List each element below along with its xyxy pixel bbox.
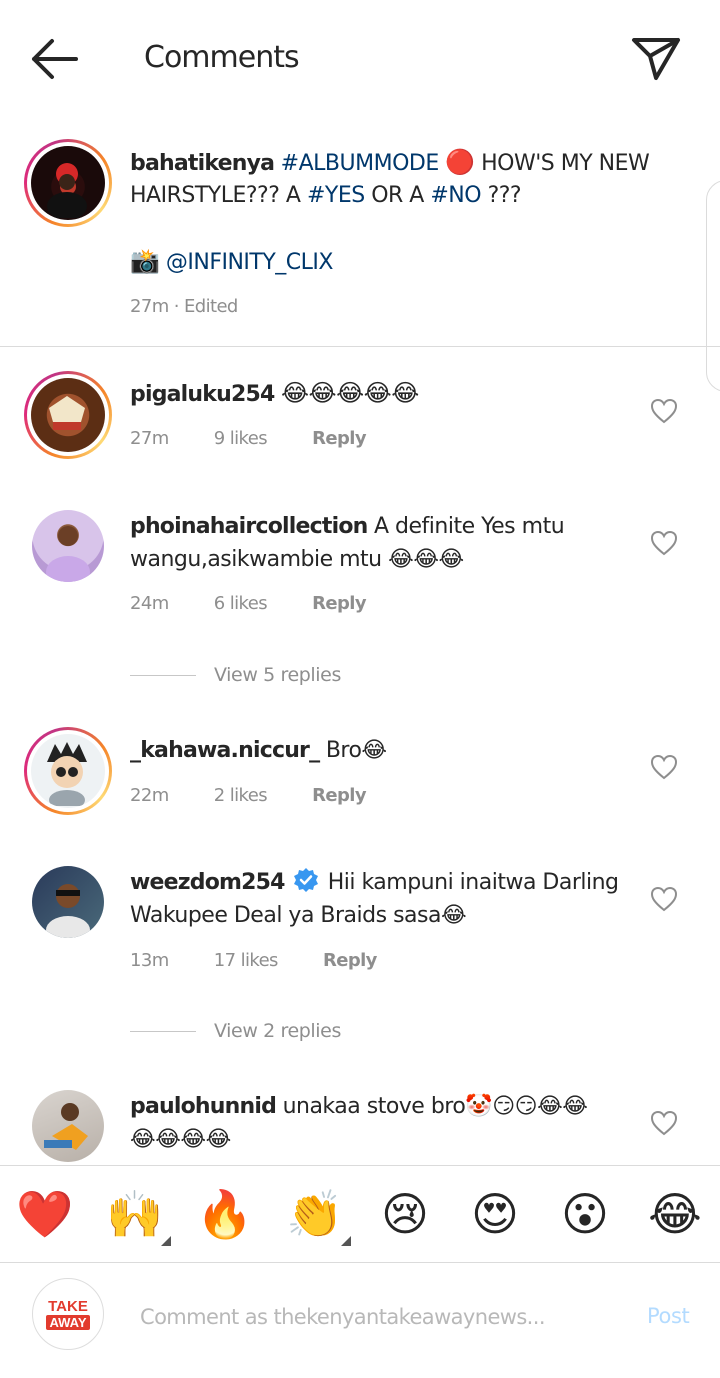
replies-line — [130, 1031, 196, 1032]
avatar[interactable] — [32, 1090, 104, 1162]
comment-body: Hii kampuni inaitwa Darling — [327, 870, 619, 895]
comment-username[interactable]: paulohunnid — [130, 1094, 277, 1119]
avatar[interactable] — [24, 727, 112, 815]
surprised-face-reaction[interactable]: 😮 — [555, 1186, 615, 1242]
comment-text: phoinahaircollection A definite Yes mtu — [130, 510, 565, 543]
hashtag-link[interactable]: #YES — [307, 183, 365, 208]
comment-body: unakaa stove bro🤡😏😏😂😂 — [282, 1094, 588, 1119]
clapping-hands-emoji: 👏 — [286, 1187, 344, 1241]
divider — [0, 346, 720, 347]
caption-text: ??? — [487, 183, 522, 208]
caption-line-3: 📸 @INFINITY_CLIX — [130, 245, 333, 279]
reply-button[interactable]: Reply — [323, 950, 377, 971]
caption-username[interactable]: bahatikenya — [130, 151, 275, 176]
caption-line-1: bahatikenya #ALBUMMODE 🔴 HOW'S MY NEW — [130, 146, 650, 180]
comment-username[interactable]: phoinahaircollection — [130, 514, 368, 539]
comment-time: 13m — [130, 950, 169, 971]
post-button[interactable]: Post — [647, 1304, 690, 1328]
red-heart-reaction[interactable]: ❤️ — [15, 1186, 75, 1242]
comment-meta: 27m 9 likes Reply — [130, 428, 406, 449]
raising-hands-reaction[interactable]: 🙌 — [105, 1186, 171, 1246]
tears-of-joy-reaction[interactable]: 😂 — [645, 1186, 705, 1242]
header: Comments — [0, 0, 720, 120]
heart-eyes-reaction[interactable]: 😍 — [465, 1186, 525, 1242]
reply-button[interactable]: Reply — [312, 593, 366, 614]
comment-meta: 24m 6 likes Reply — [130, 593, 406, 614]
comment-likes[interactable]: 2 likes — [214, 785, 268, 806]
comment-time: 22m — [130, 785, 169, 806]
avatar[interactable] — [24, 371, 112, 459]
hashtag-link[interactable]: #ALBUMMODE — [281, 151, 440, 176]
reply-button[interactable]: Reply — [312, 785, 366, 806]
heart-icon[interactable] — [650, 1110, 678, 1136]
caption-text: HOW'S MY NEW — [481, 151, 650, 176]
comment-text: weezdom254 Hii kampuni inaitwa Darling — [130, 866, 619, 903]
comment-meta: 13m 17 likes Reply — [130, 950, 417, 971]
comment-username[interactable]: _kahawa.niccur_ — [130, 738, 320, 763]
heart-icon[interactable] — [650, 530, 678, 556]
comment-username[interactable]: weezdom254 — [130, 870, 285, 895]
skin-tone-indicator — [161, 1236, 171, 1246]
caption-meta: 27m · Edited — [130, 296, 238, 317]
avatar[interactable] — [32, 510, 104, 582]
comment-text: _kahawa.niccur_ Bro😂 — [130, 734, 387, 767]
comment-body: A definite Yes mtu — [374, 514, 565, 539]
page-title: Comments — [144, 40, 300, 75]
heart-icon[interactable] — [650, 886, 678, 912]
avatar[interactable] — [24, 139, 112, 227]
back-arrow-icon[interactable] — [30, 36, 80, 82]
verified-badge-icon — [293, 867, 319, 903]
replies-line — [130, 675, 196, 676]
caption-text: OR A — [371, 183, 424, 208]
crying-face-reaction[interactable]: 😢 — [375, 1186, 435, 1242]
red-circle-emoji: 🔴 — [445, 148, 475, 176]
comment-body-line-2: wangu,asikwambie mtu 😂😂😂 — [130, 547, 464, 572]
comment-meta: 22m 2 likes Reply — [130, 785, 406, 806]
comment-body-line-2: Wakupee Deal ya Braids sasa😂 — [130, 903, 467, 928]
logo-text-away: AWAY — [46, 1314, 90, 1330]
send-icon[interactable] — [630, 36, 682, 82]
fire-reaction[interactable]: 🔥 — [195, 1186, 255, 1242]
reply-button[interactable]: Reply — [312, 428, 366, 449]
comment-likes[interactable]: 9 likes — [214, 428, 268, 449]
side-panel-edge — [706, 180, 720, 392]
my-avatar: TAKE AWAY — [32, 1278, 104, 1350]
raising-hands-emoji: 🙌 — [106, 1187, 164, 1241]
comment-username[interactable]: pigaluku254 — [130, 382, 275, 407]
view-replies-label: View 2 replies — [214, 1020, 341, 1042]
caption-line-2: HAIRSTYLE??? A #YES OR A #NO ??? — [130, 179, 522, 212]
clapping-hands-reaction[interactable]: 👏 — [285, 1186, 351, 1246]
comment-likes[interactable]: 6 likes — [214, 593, 268, 614]
camera-flash-emoji: 📸 — [130, 247, 160, 275]
comment-time: 27m — [130, 428, 169, 449]
comment-composer: TAKE AWAY Post — [0, 1264, 720, 1378]
comment-body: Bro😂 — [325, 738, 387, 763]
avatar[interactable] — [32, 866, 104, 938]
comment-text: pigaluku254 😂😂😂😂😂 — [130, 377, 419, 411]
comment-text: paulohunnid unakaa stove bro🤡😏😏😂😂 — [130, 1090, 588, 1123]
heart-icon[interactable] — [650, 398, 678, 424]
heart-icon[interactable] — [650, 754, 678, 780]
comment-input[interactable] — [140, 1300, 600, 1334]
comment-likes[interactable]: 17 likes — [214, 950, 279, 971]
view-replies-label: View 5 replies — [214, 664, 341, 686]
skin-tone-indicator — [341, 1236, 351, 1246]
view-replies-button[interactable]: View 2 replies — [130, 1020, 341, 1042]
mention-link[interactable]: @INFINITY_CLIX — [166, 250, 334, 275]
hashtag-link[interactable]: #NO — [430, 183, 481, 208]
logo-text-take: TAKE — [48, 1297, 88, 1315]
comment-time: 24m — [130, 593, 169, 614]
view-replies-button[interactable]: View 5 replies — [130, 664, 341, 686]
quick-reaction-bar: ❤️ 🙌 🔥 👏 😢 😍 😮 😂 — [0, 1165, 720, 1263]
caption-text: HAIRSTYLE??? A — [130, 183, 301, 208]
comment-body: 😂😂😂😂😂 — [281, 379, 419, 407]
comment-body-line-2: 😂😂😂😂 — [130, 1127, 231, 1152]
